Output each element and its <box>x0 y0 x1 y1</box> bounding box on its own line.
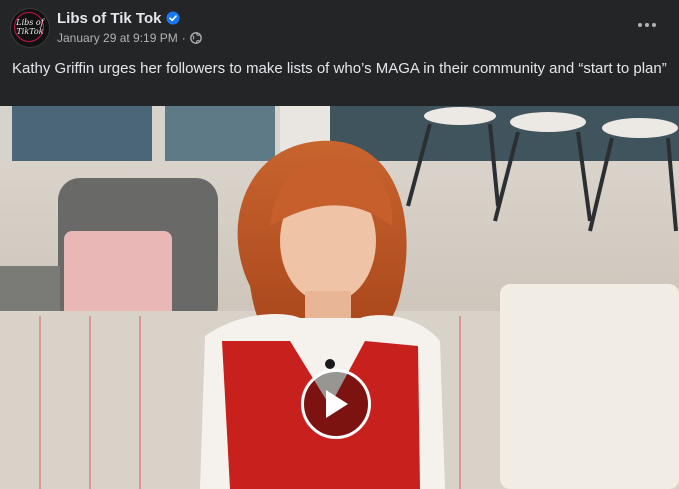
post-meta: January 29 at 9:19 PM · <box>57 30 202 46</box>
verified-badge-icon <box>166 11 181 25</box>
play-icon <box>326 390 348 418</box>
facebook-post: Libs of TikTok Libs of Tik Tok January 2… <box>0 0 679 489</box>
video-player[interactable] <box>0 106 679 489</box>
white-blanket <box>500 284 679 489</box>
more-dot-icon <box>645 23 649 27</box>
avatar-logo-text: Libs of TikTok <box>16 18 44 36</box>
post-timestamp[interactable]: January 29 at 9:19 PM <box>57 31 178 45</box>
author-row: Libs of Tik Tok <box>57 8 181 28</box>
more-options-button[interactable] <box>633 14 661 36</box>
meta-separator: · <box>181 31 186 45</box>
window-left <box>12 106 152 161</box>
pink-pillow <box>64 231 172 321</box>
play-button[interactable] <box>301 369 371 439</box>
more-dot-icon <box>652 23 656 27</box>
author-avatar[interactable]: Libs of TikTok <box>10 8 50 48</box>
globe-icon[interactable] <box>189 32 202 44</box>
author-name[interactable]: Libs of Tik Tok <box>57 10 161 27</box>
window-mid <box>165 106 275 161</box>
more-dot-icon <box>638 23 642 27</box>
lapel-mic <box>325 359 335 369</box>
post-caption: Kathy Griffin urges her followers to mak… <box>12 60 667 77</box>
post-header: Libs of TikTok Libs of Tik Tok January 2… <box>0 0 679 54</box>
